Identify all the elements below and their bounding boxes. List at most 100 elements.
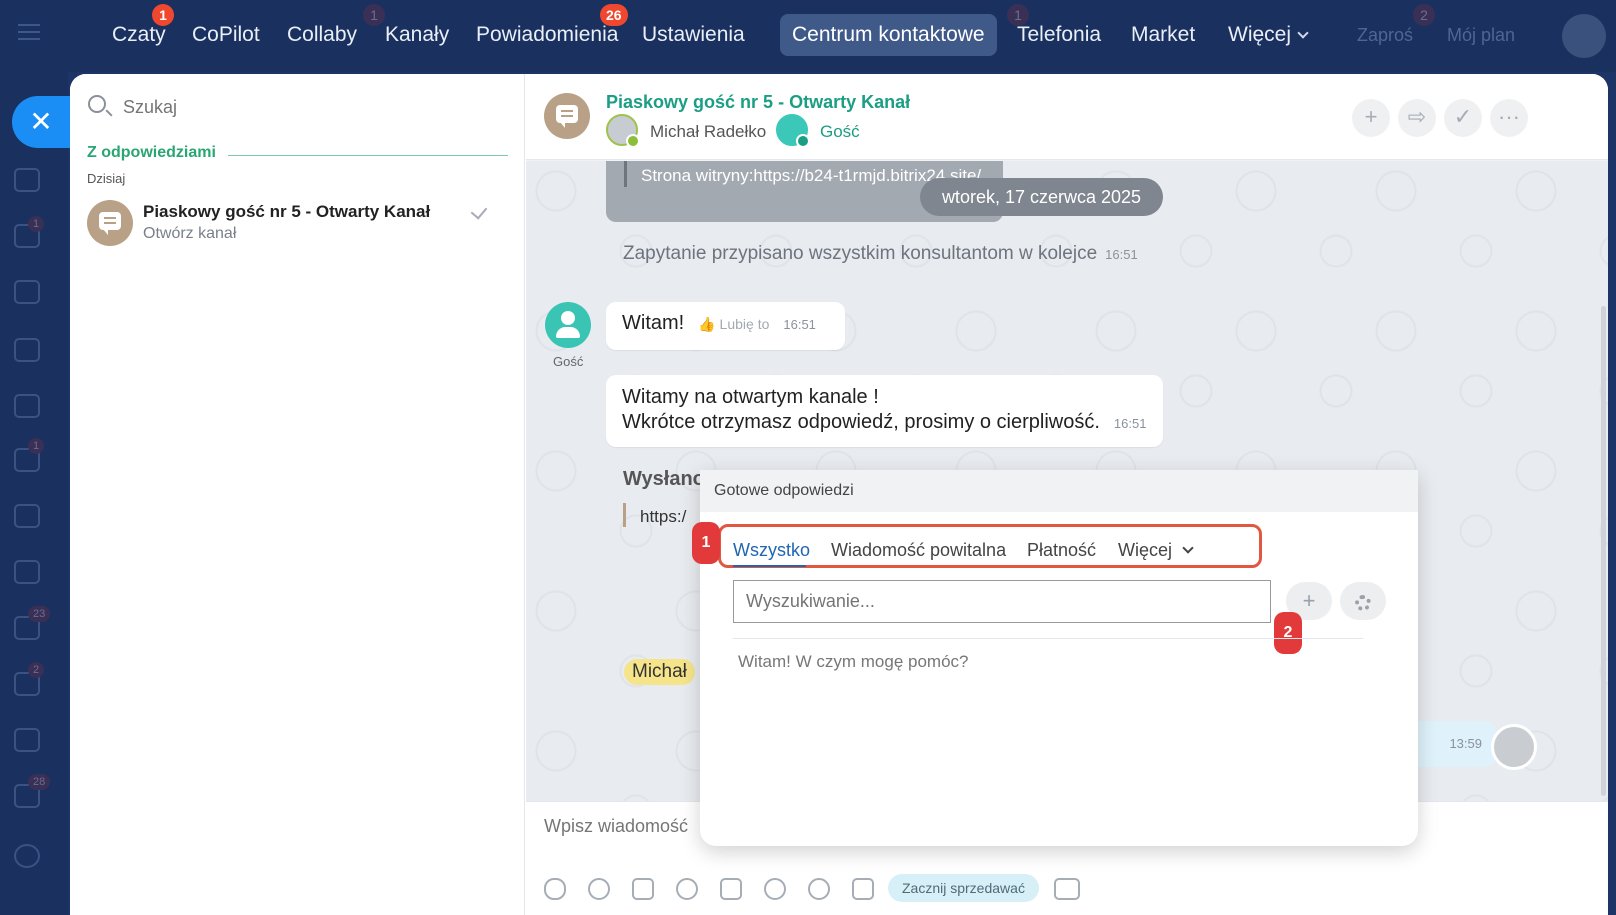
add-user-button[interactable]: + [1352, 99, 1390, 137]
answers-settings-button[interactable] [1340, 582, 1386, 620]
chat-subtitle: Otwórz kanał [143, 225, 237, 242]
document-icon[interactable] [14, 338, 40, 362]
forward-button[interactable]: ⇨ [1398, 99, 1436, 137]
message-line: Wkrótce otrzymasz odpowiedź, prosimy o c… [622, 411, 1100, 433]
lightning-icon[interactable] [808, 878, 830, 900]
hide-icon[interactable] [764, 878, 786, 900]
message-text: Witam! [622, 312, 685, 334]
member-name[interactable]: Michał Radełko [650, 122, 766, 142]
search-icon [88, 95, 106, 113]
tab-payment[interactable]: Płatność [1027, 540, 1096, 561]
message-bubble[interactable]: Witamy na otwartym kanale ! Wkrótce otrz… [606, 375, 1163, 447]
popup-title: Gotowe odpowiedzi [714, 482, 854, 499]
left-sidebar: 1 1 23 2 28 [0, 72, 68, 915]
tab-welcome-message[interactable]: Wiadomość powitalna [831, 540, 1006, 561]
menu-icon[interactable] [18, 24, 40, 40]
my-plan-label: Mój plan [1447, 25, 1516, 45]
nav-settings[interactable]: Ustawienia [630, 14, 757, 56]
feed-list-badge: 28 [28, 774, 51, 790]
chat-name: Piaskowy gość nr 5 - Otwarty Kanał [143, 202, 431, 221]
nav-telephony[interactable]: Telefonia 1 [1005, 4, 1113, 56]
answers-search-input[interactable] [733, 580, 1271, 623]
more-button[interactable]: ··· [1490, 99, 1528, 137]
close-button[interactable]: ✕ [12, 96, 70, 148]
message-link[interactable]: https:/ [640, 507, 686, 527]
calendar-icon[interactable] [14, 280, 40, 304]
target-icon[interactable] [14, 728, 40, 752]
nav-notifications-label: Powiadomienia [476, 23, 619, 46]
gear-icon[interactable] [14, 844, 40, 868]
attach-icon[interactable] [544, 878, 566, 900]
chat-avatar [544, 93, 590, 139]
scrollbar[interactable] [1601, 306, 1606, 796]
thumb-up-icon: 👍 [698, 316, 716, 332]
nav-settings-label: Ustawienia [642, 23, 745, 46]
nav-copilot-label: CoPilot [192, 23, 260, 46]
start-selling-button[interactable]: Zacznij sprzedawać [888, 874, 1039, 902]
message-bubble[interactable]: Witam! 👍 Lubię to 16:51 [606, 302, 845, 350]
gear-icon [1355, 595, 1371, 611]
operator-avatar[interactable] [1491, 724, 1537, 770]
message-time: 16:51 [783, 317, 816, 332]
check-icon [470, 202, 488, 220]
nav-market[interactable]: Market [1119, 14, 1207, 56]
command-icon[interactable] [632, 878, 654, 900]
crm-badge: 2 [28, 662, 45, 678]
nav-telephony-label: Telefonia [1017, 23, 1102, 46]
quick-answers-popup: Gotowe odpowiedzi Wszystko Wiadomość pow… [692, 470, 1418, 846]
drive-icon[interactable] [14, 394, 40, 418]
nav-notifications-badge: 26 [600, 4, 628, 26]
nav-collaby[interactable]: Collaby 1 [275, 4, 385, 56]
people-icon[interactable] [14, 504, 40, 528]
system-message-text: Zapytanie przypisano wszystkim konsultan… [623, 243, 1098, 264]
invite-button[interactable]: Zaproś 2 [1345, 4, 1435, 56]
nav-chats-badge: 1 [152, 4, 174, 26]
message-title: Wysłano [623, 468, 705, 490]
member-avatar[interactable] [776, 114, 810, 148]
member-avatar[interactable] [606, 114, 640, 148]
user-avatar[interactable] [1562, 14, 1606, 58]
close-icon: ✕ [29, 106, 53, 137]
nav-more[interactable]: Więcej [1216, 14, 1319, 56]
tab-more[interactable]: Więcej [1118, 540, 1194, 561]
chat-badge: 1 [28, 216, 45, 232]
chat-search-input[interactable] [123, 92, 503, 122]
mention-tag[interactable]: Michał [624, 659, 695, 685]
mail-badge: 1 [28, 438, 45, 454]
smile-icon[interactable] [676, 878, 698, 900]
nav-notifications[interactable]: Powiadomienia 26 [464, 4, 630, 56]
nav-channels[interactable]: Kanały [373, 14, 461, 56]
tab-more-label: Więcej [1118, 540, 1173, 560]
arrow-right-icon: ⇨ [1407, 104, 1427, 129]
like-button[interactable]: 👍 Lubię to [698, 316, 769, 332]
form-icon[interactable] [720, 878, 742, 900]
file-icon[interactable] [852, 878, 874, 900]
chat-avatar [87, 200, 133, 246]
guest-avatar[interactable] [545, 302, 591, 348]
nav-collaby-label: Collaby [287, 23, 358, 46]
like-label: Lubię to [719, 316, 770, 332]
plus-icon: + [1364, 104, 1378, 129]
chat-bubble-icon [99, 212, 121, 235]
tasks-badge: 23 [28, 606, 51, 622]
nav-chats[interactable]: Czaty 1 [100, 4, 178, 56]
my-plan-button[interactable]: Mój plan [1435, 14, 1527, 56]
chat-list-item[interactable]: Piaskowy gość nr 5 - Otwarty Kanał Otwór… [70, 192, 525, 254]
nav-contact-center[interactable]: Centrum kontaktowe [780, 14, 997, 56]
tab-all[interactable]: Wszystko [733, 540, 810, 561]
finish-button[interactable]: ✓ [1444, 99, 1482, 137]
nav-copilot[interactable]: CoPilot [180, 14, 272, 56]
system-message: Zapytanie przypisano wszystkim konsultan… [623, 243, 1138, 265]
presentation-icon[interactable] [14, 560, 40, 584]
top-navigation: Czaty 1 CoPilot Collaby 1 Kanały Powiado… [0, 0, 1616, 72]
window-icon[interactable] [1054, 878, 1080, 900]
message-line: Witamy na otwartym kanale ! [622, 386, 879, 408]
section-divider [228, 155, 508, 156]
chat-title[interactable]: Piaskowy gość nr 5 - Otwarty Kanał [606, 92, 910, 113]
member-name[interactable]: Gość [820, 122, 860, 142]
invite-badge: 2 [1413, 4, 1435, 26]
date-separator: wtorek, 17 czerwca 2025 [920, 178, 1163, 216]
feed-icon[interactable] [14, 168, 40, 192]
answer-item[interactable]: Witam! W czym mogę pomóc? [738, 652, 969, 672]
user-icon[interactable] [588, 878, 610, 900]
